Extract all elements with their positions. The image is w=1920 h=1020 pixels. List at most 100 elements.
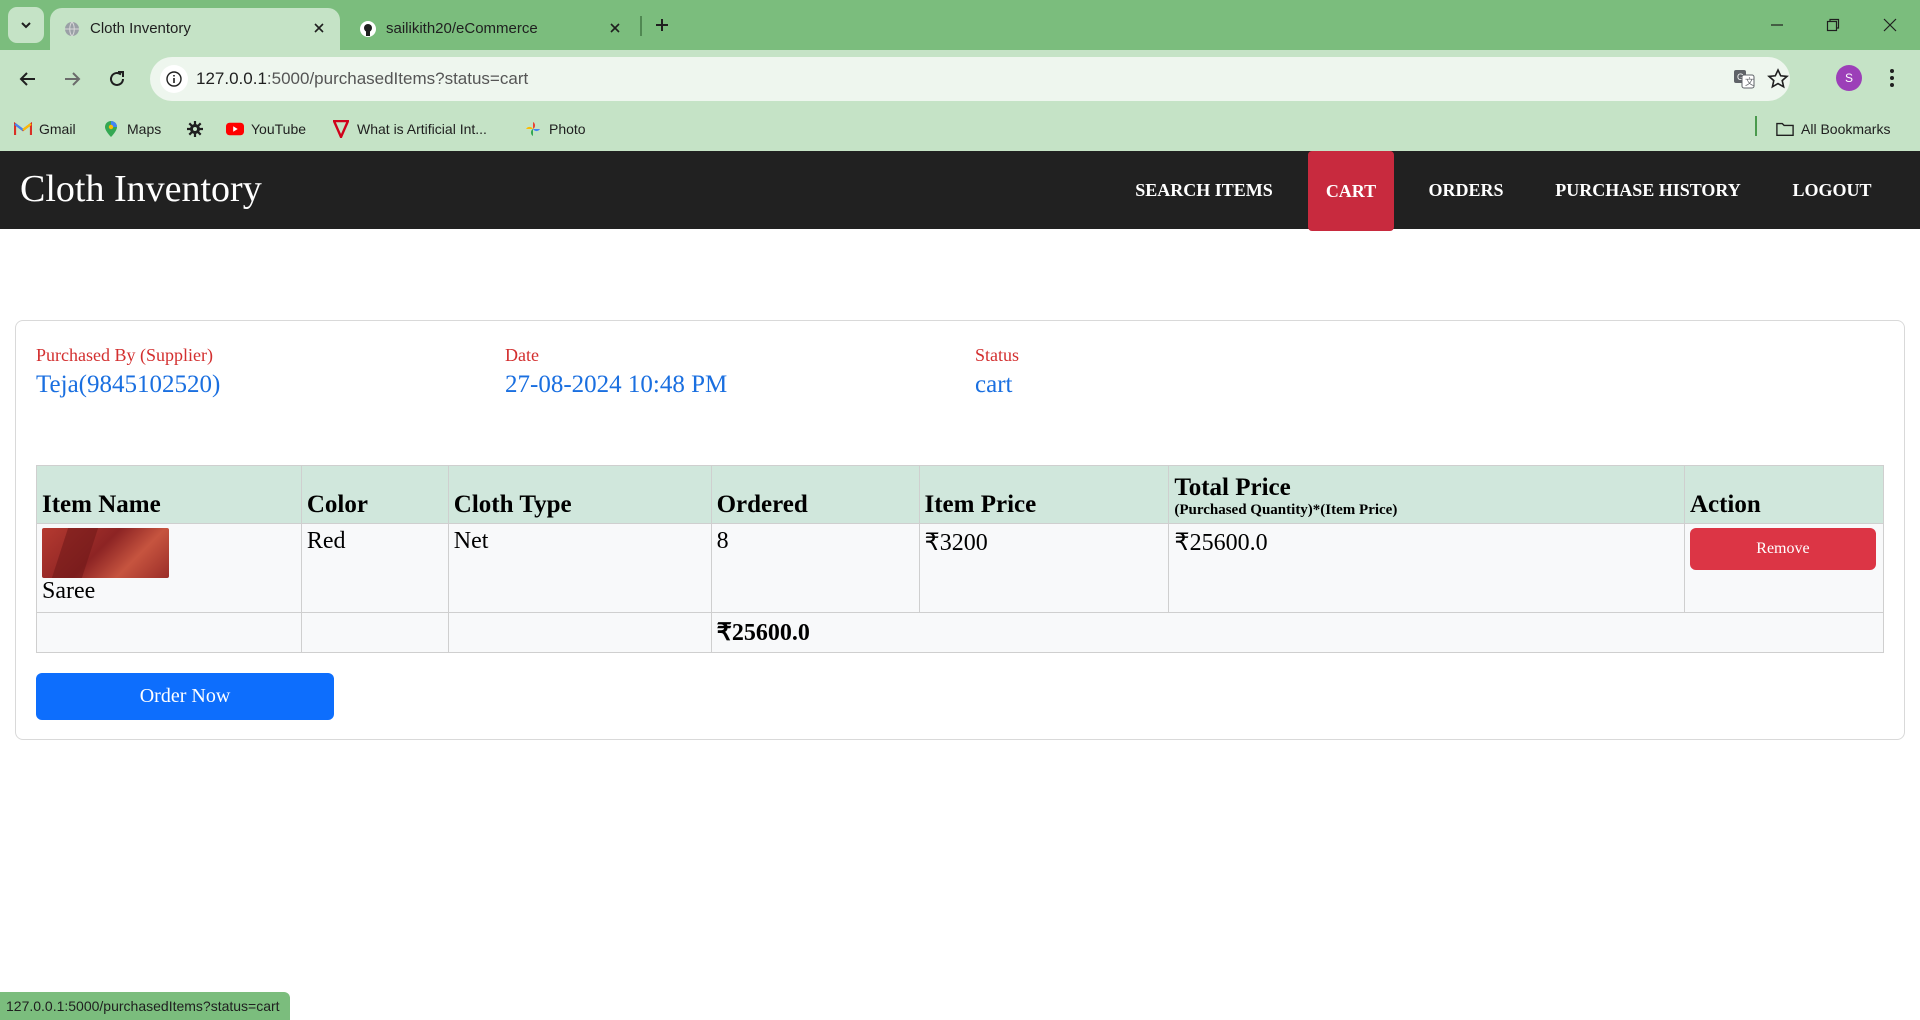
total-empty-cell: [36, 612, 302, 653]
bookmark-maps[interactable]: Maps: [102, 118, 161, 140]
bookmarks-bar: Gmail Maps YouTube What is Artificial In…: [0, 108, 1920, 151]
github-icon: [360, 21, 376, 37]
header-total-price: Total Price (Purchased Quantity)*(Item P…: [1168, 465, 1685, 524]
nav-search-items[interactable]: SEARCH ITEMS: [1124, 151, 1284, 229]
total-empty-cell: [447, 612, 712, 653]
close-icon: [1883, 18, 1897, 32]
all-bookmarks-button[interactable]: All Bookmarks: [1776, 118, 1890, 140]
nav-purchase-history[interactable]: PURCHASE HISTORY: [1546, 151, 1750, 229]
header-item-name: Item Name: [36, 465, 302, 524]
cell-action: Remove: [1683, 523, 1885, 613]
brand-title[interactable]: Cloth Inventory: [20, 167, 262, 211]
globe-icon: [65, 21, 79, 37]
tab-github[interactable]: sailikith20/eCommerce: [346, 8, 636, 50]
url-text[interactable]: 127.0.0.1:5000/purchasedItems?status=car…: [196, 69, 528, 89]
cell-total-price: ₹25600.0: [1168, 523, 1685, 613]
header-action: Action: [1683, 465, 1885, 524]
header-cloth-type: Cloth Type: [447, 465, 712, 524]
status-bar-url: 127.0.0.1:5000/purchasedItems?status=car…: [0, 992, 290, 1020]
url-host: 127.0.0.1: [196, 69, 267, 88]
remove-button[interactable]: Remove: [1689, 528, 1876, 570]
status-label: Status: [975, 345, 1020, 365]
address-bar[interactable]: 127.0.0.1:5000/purchasedItems?status=car…: [150, 57, 1790, 101]
url-path: :5000/purchasedItems?status=cart: [266, 69, 529, 88]
cart-items-table: Item Name Color Cloth Type Ordered Item …: [36, 465, 1885, 653]
arrow-left-icon: [19, 72, 35, 86]
arrow-right-icon: [65, 72, 81, 86]
profile-avatar[interactable]: S: [1836, 65, 1862, 91]
bookmark-photo[interactable]: Photo: [524, 118, 586, 140]
bookmark-settings[interactable]: [186, 118, 211, 140]
order-now-button[interactable]: Order Now: [36, 673, 334, 720]
header-color: Color: [300, 465, 449, 524]
header-total-price-title: Total Price: [1174, 474, 1291, 501]
plus-icon: [656, 19, 668, 31]
reload-button[interactable]: [101, 63, 133, 95]
chevron-down-icon: [21, 22, 31, 29]
maps-icon: [102, 120, 120, 138]
site-info-button[interactable]: [160, 65, 188, 93]
reload-icon: [110, 71, 124, 86]
header-item-price: Item Price: [918, 465, 1170, 524]
gmail-icon: [14, 120, 32, 138]
gear-icon: [186, 120, 204, 138]
bookmark-label: YouTube: [251, 121, 307, 137]
table-header-row: Item Name Color Cloth Type Ordered Item …: [36, 465, 1885, 524]
forward-button[interactable]: [56, 63, 88, 95]
more-vertical-icon: [1890, 69, 1894, 87]
tab-close-icon[interactable]: [606, 19, 624, 37]
bookmark-ai-article[interactable]: What is Artificial Int...: [332, 118, 487, 140]
header-ordered: Ordered: [710, 465, 920, 524]
nav-cart[interactable]: CART: [1308, 151, 1394, 231]
folder-icon: [1776, 120, 1794, 138]
status-value: cart: [975, 371, 1013, 398]
minimize-icon: [1771, 24, 1783, 26]
all-bookmarks-label: All Bookmarks: [1801, 121, 1891, 137]
minimize-button[interactable]: [1757, 10, 1797, 40]
cell-ordered: 8: [710, 523, 920, 613]
tab-cloth-inventory[interactable]: Cloth Inventory: [50, 8, 340, 50]
bookmark-v-icon: [332, 120, 350, 138]
cell-color: Red: [300, 523, 449, 613]
date-label: Date: [505, 345, 539, 365]
purchased-by-value: Teja(9845102520): [36, 371, 221, 398]
bookmark-label: What is Artificial Int...: [357, 121, 487, 137]
bookmark-star-icon[interactable]: [1766, 67, 1790, 91]
item-name-text: Saree: [42, 578, 96, 604]
cell-cloth-type: Net: [447, 523, 712, 613]
table-row: Saree Red Net 8 ₹3200 ₹25600.0 Remove: [36, 523, 1885, 613]
table-total-row: ₹25600.0: [36, 612, 1885, 653]
bookmark-label: Maps: [127, 121, 162, 137]
app-navbar: Cloth Inventory SEARCH ITEMS CART ORDERS…: [0, 151, 1920, 231]
browser-menu-button[interactable]: [1880, 64, 1904, 92]
bookmark-gmail[interactable]: Gmail: [14, 118, 76, 140]
new-tab-button[interactable]: [648, 11, 676, 39]
svg-text:文: 文: [1745, 76, 1754, 87]
grand-total: ₹25600.0: [710, 612, 1885, 653]
info-icon: [166, 71, 182, 87]
total-empty-cell: [300, 612, 449, 653]
bookmark-label: Gmail: [39, 121, 76, 137]
nav-orders[interactable]: ORDERS: [1412, 151, 1520, 229]
purchased-by-label: Purchased By (Supplier): [36, 345, 213, 365]
browser-toolbar: 127.0.0.1:5000/purchasedItems?status=car…: [0, 50, 1920, 108]
cart-card: Purchased By (Supplier) Teja(9845102520)…: [15, 320, 1905, 740]
tab-search-button[interactable]: [8, 7, 44, 43]
browser-chrome: Cloth Inventory sailikith20/eCommerce 12…: [0, 0, 1920, 151]
back-button[interactable]: [12, 63, 44, 95]
translate-icon[interactable]: G文: [1732, 67, 1756, 91]
date-value: 27-08-2024 10:48 PM: [505, 371, 728, 398]
header-total-price-formula: (Purchased Quantity)*(Item Price): [1174, 502, 1398, 518]
tab-close-icon[interactable]: [310, 19, 328, 37]
nav-logout[interactable]: LOGOUT: [1778, 151, 1886, 229]
bookmark-youtube[interactable]: YouTube: [226, 118, 306, 140]
close-window-button[interactable]: [1870, 10, 1910, 40]
tab-title: Cloth Inventory: [90, 20, 191, 37]
bookmarks-separator: [1755, 116, 1757, 136]
item-thumbnail: [42, 528, 169, 578]
restore-button[interactable]: [1813, 10, 1853, 40]
tab-strip: Cloth Inventory sailikith20/eCommerce: [0, 0, 1920, 50]
tab-separator: [640, 16, 642, 36]
restore-icon: [1826, 18, 1840, 32]
photos-icon: [524, 120, 542, 138]
